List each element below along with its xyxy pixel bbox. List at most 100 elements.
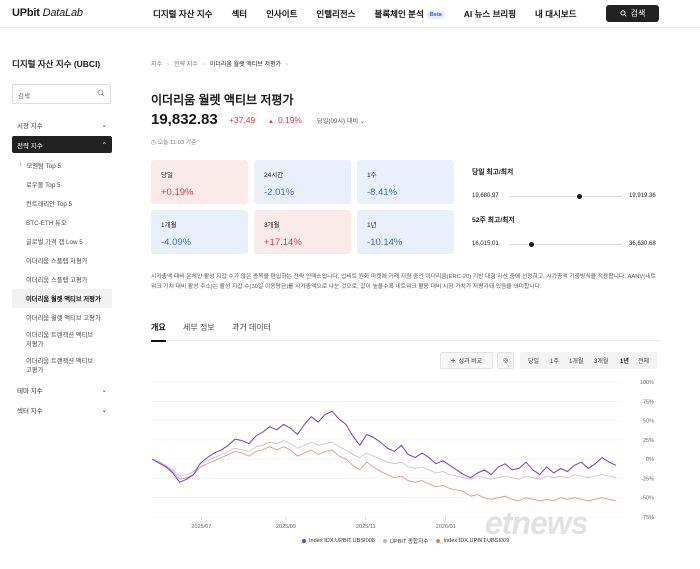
sidebar-sub-global-price-gap[interactable]: 글로벌 가격 갭 Low 5 xyxy=(12,232,112,251)
tree-branch-icon: └ xyxy=(18,162,23,169)
perf-card-label: 24시간 xyxy=(264,172,284,179)
perf-card-value: +17.14% xyxy=(264,237,302,248)
perf-card-1w: 1주 -8.41% xyxy=(357,160,454,204)
chevron-down-icon: ⌄ xyxy=(101,386,107,394)
chart-legend: Index IDX.UPBIT.UBSI008 UPBIT 종합지수 Index… xyxy=(302,537,509,545)
sidebar-sub-momentum[interactable]: └ 모멘텀 Top 5 xyxy=(12,156,112,175)
range-high: 19,919.36 xyxy=(629,193,656,199)
x-tick-label: 2025/09 xyxy=(276,524,296,530)
sidebar-search-input[interactable]: 검색 xyxy=(12,84,111,104)
price-change-pct-value: 0.19% xyxy=(277,115,303,125)
sidebar-sub-label: 모멘텀 Top 5 xyxy=(26,163,62,170)
range-marker xyxy=(529,242,535,247)
perf-card-1y: 1년 -10.14% xyxy=(357,210,454,254)
period-1m[interactable]: 1개월 xyxy=(569,356,583,365)
period-3m[interactable]: 3개월 xyxy=(594,356,608,365)
nav-digital-asset-index[interactable]: 디지털 자산 지수 xyxy=(153,8,212,20)
sidebar-title: 디지털 자산 지수 (UBCI) xyxy=(12,59,101,69)
sidebar-item-market-index[interactable]: 시장 지수 ⌄ xyxy=(12,116,112,133)
perf-card-value: +0.19% xyxy=(161,187,194,198)
breadcrumb-separator: › xyxy=(286,62,289,68)
perf-card-label: 1주 xyxy=(367,172,377,179)
sidebar-search-placeholder: 검색 xyxy=(18,93,30,100)
period-all[interactable]: 전체 xyxy=(638,356,649,365)
y-tick-label: 75% xyxy=(643,399,654,405)
search-button-label: 검색 xyxy=(630,9,646,18)
sidebar-sub-lowvol[interactable]: 로우볼 Top 5 xyxy=(12,175,112,194)
basis-label: 당일(09시) 대비 xyxy=(317,118,359,125)
sidebar-sub-contrarian[interactable]: 컨트래리안 Top 5 xyxy=(12,194,112,213)
breadcrumb-separator: › xyxy=(167,62,170,68)
52w-range: 52주 최고/최저 16,015.01 36,630.68 xyxy=(472,214,656,247)
sidebar-sub-eth-wallet-low[interactable]: 이더리움 월렛 액티브 저평가 xyxy=(12,289,112,308)
main-nav: 디지털 자산 지수 섹터 인사이트 인텔리전스 블록체인 분석 Beta AI 뉴… xyxy=(153,8,596,20)
sidebar-item-label: 시장 지수 xyxy=(17,122,43,130)
legend-item[interactable]: UPBIT 종합지수 xyxy=(382,537,429,545)
watermark: etnews xyxy=(485,505,588,541)
nav-intelligence[interactable]: 인텔리전스 xyxy=(316,8,355,20)
sidebar-sub-eth-tx-high[interactable]: 이더리움 트랜잭션 액티브 고평가 xyxy=(12,353,112,379)
plus-icon: + xyxy=(450,356,456,365)
breadcrumb-item[interactable]: 전략 지수 xyxy=(174,62,198,68)
logo[interactable]: UPbit DataLab xyxy=(12,7,83,19)
period-selector: 당일 1주 1개월 3개월 1년 전체 xyxy=(520,352,657,369)
perf-card-label: 3개월 xyxy=(264,222,280,229)
breadcrumb: 지수 › 전략 지수 › 이더리움 월렛 액티브 저평가 › xyxy=(151,59,293,68)
sidebar-item-sector-index[interactable]: 섹터 지수 ⌄ xyxy=(12,401,112,418)
nav-sector[interactable]: 섹터 xyxy=(231,8,247,20)
perf-card-label: 1개월 xyxy=(161,222,177,229)
legend-swatch xyxy=(382,539,387,543)
legend-item[interactable]: Index IDX.UPBIT.UBSI008 xyxy=(302,537,375,545)
clock-icon: ◷ xyxy=(151,140,157,146)
sidebar-item-theme-index[interactable]: 테마 지수 ⌄ xyxy=(12,381,112,398)
sidebar-item-strategy-index[interactable]: 전략 지수 ⌃ xyxy=(12,136,112,153)
x-tick-label: 2026/01 xyxy=(436,524,456,530)
beta-badge: Beta xyxy=(426,11,445,19)
chevron-down-icon: ⌄ xyxy=(359,118,366,125)
index-description: 시가총액 대비 온체인 활성 지갑 수가 많은 종목을 편입하는 전략 인덱스입… xyxy=(151,274,656,290)
search-icon xyxy=(97,89,105,97)
sidebar-sub-eth-wallet-high[interactable]: 이더리움 월렛 액티브 고평가 xyxy=(12,308,112,327)
tab-history[interactable]: 과거 데이터 xyxy=(232,322,271,333)
search-button[interactable]: 검색 xyxy=(606,5,659,22)
target-icon: ◎ xyxy=(502,358,509,364)
chevron-up-icon: ⌃ xyxy=(101,141,107,149)
sidebar-item-label: 테마 지수 xyxy=(17,387,43,395)
sidebar-item-label: 섹터 지수 xyxy=(17,407,43,415)
period-1d[interactable]: 당일 xyxy=(528,356,539,365)
y-tick-label: -25% xyxy=(641,476,654,482)
sidebar-item-label: 전략 지수 xyxy=(17,142,43,150)
settings-button[interactable]: ◎ xyxy=(497,352,514,369)
breadcrumb-item[interactable]: 지수 xyxy=(151,62,162,68)
sidebar-sub-btc-eth-duo[interactable]: BTC-ETH 듀오 xyxy=(12,213,112,232)
perf-card-value: -2.01% xyxy=(264,187,295,198)
range-bar xyxy=(510,194,622,199)
perf-card-value: -8.41% xyxy=(367,187,398,198)
perf-card-1m: 1개월 -4.09% xyxy=(151,210,248,254)
daily-range: 당일 최고/최저 19,680.97 19,919.36 xyxy=(472,166,656,199)
sidebar-sub-eth-tx-low[interactable]: 이더리움 트랜잭션 액티브 저평가 xyxy=(12,327,112,353)
nav-ai-news[interactable]: AI 뉴스 브리핑 xyxy=(464,8,516,20)
index-price: 19,832.83 xyxy=(151,111,218,128)
breadcrumb-current: 이더리움 월렛 액티브 저평가 xyxy=(209,62,282,68)
page-title: 이더리움 월렛 액티브 저평가 xyxy=(151,93,294,107)
tab-details[interactable]: 세부 정보 xyxy=(183,322,215,333)
period-1w[interactable]: 1주 xyxy=(550,356,559,365)
series-line-2 xyxy=(152,446,617,502)
nav-blockchain-analysis[interactable]: 블록체인 분석 Beta xyxy=(375,8,445,20)
y-tick-label: -50% xyxy=(641,496,654,502)
nav-my-dashboard[interactable]: 내 대시보드 xyxy=(535,8,576,20)
series-line-0 xyxy=(152,410,617,483)
period-1y[interactable]: 1년 xyxy=(620,356,629,365)
perf-card-24h: 24시간 -2.01% xyxy=(254,160,351,204)
tab-overview[interactable]: 개요 xyxy=(151,322,166,342)
y-tick-label: 25% xyxy=(643,438,654,444)
compare-button[interactable]: + 성과 비교 xyxy=(440,352,493,369)
sidebar-sub-eth-split-low[interactable]: 이더리움 스플렙 저평가 xyxy=(12,251,112,270)
legend-label: UPBIT 종합지수 xyxy=(389,539,429,545)
basis-dropdown[interactable]: 당일(09시) 대비 ⌄ xyxy=(317,116,365,125)
breadcrumb-separator: › xyxy=(202,62,205,68)
sidebar-sub-eth-split-high[interactable]: 이더리움 스플렙 고평가 xyxy=(12,270,112,289)
nav-insight[interactable]: 인사이트 xyxy=(266,8,297,20)
range-title: 52주 최고/최저 xyxy=(472,217,515,224)
